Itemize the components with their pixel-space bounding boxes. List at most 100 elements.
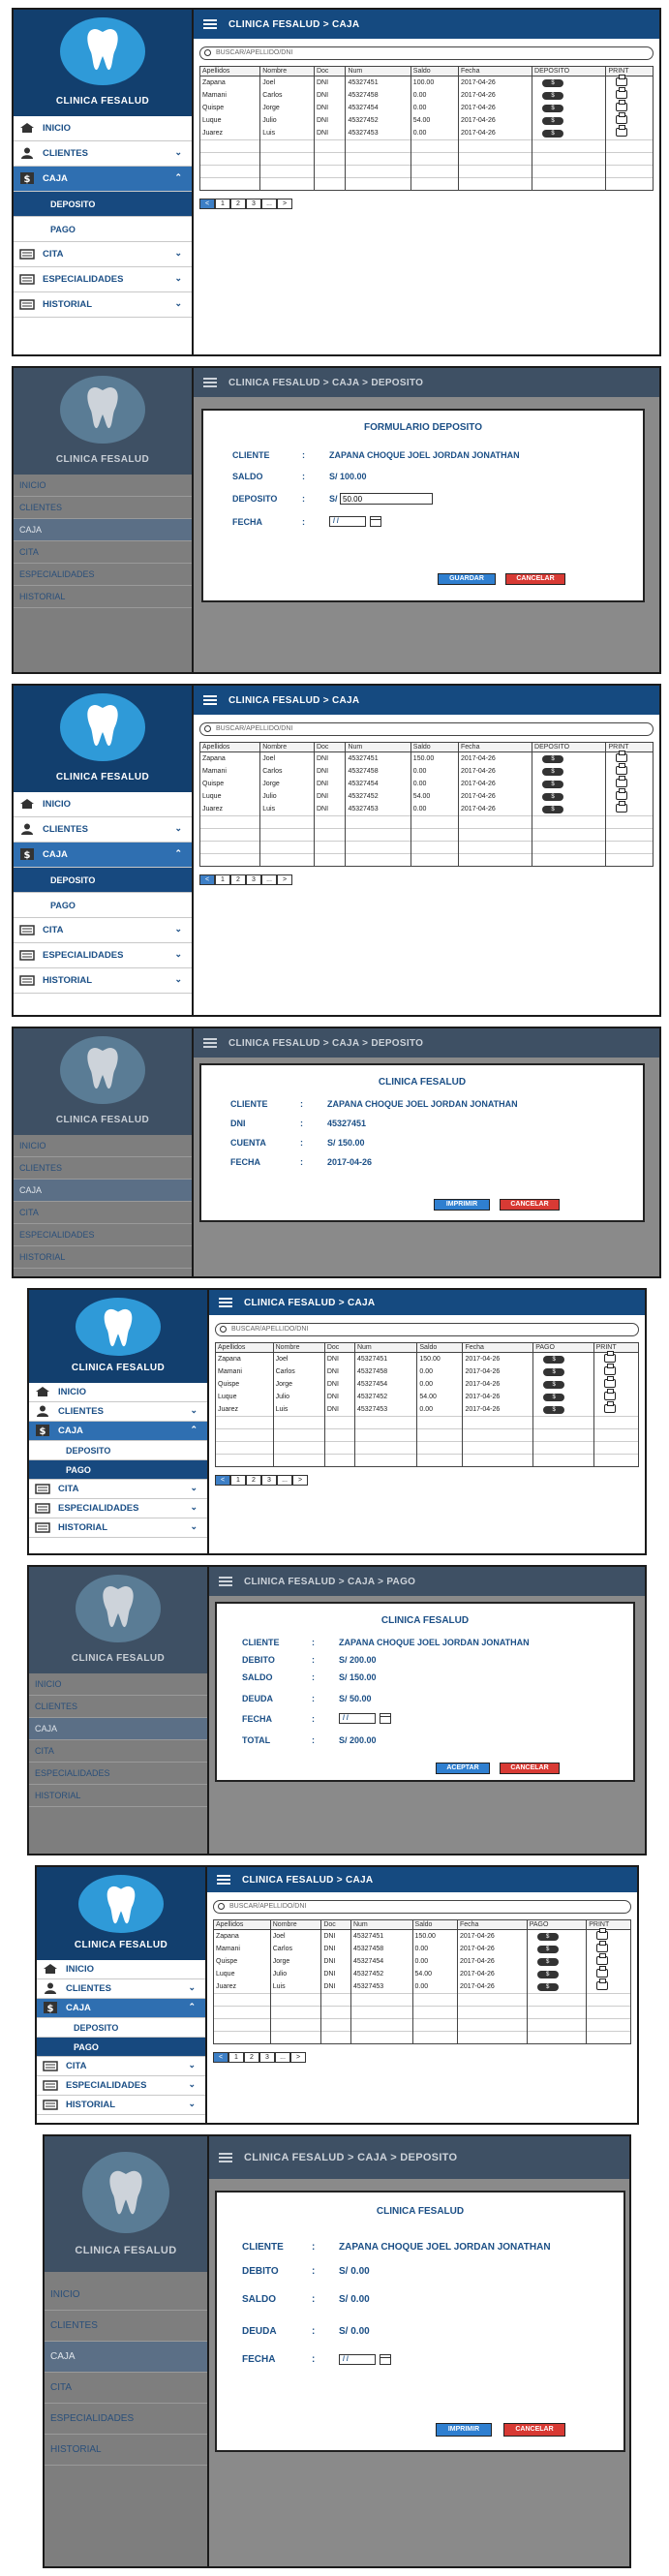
menu-icon[interactable] — [203, 378, 217, 387]
sidebar-item-caja[interactable]: $ CAJA ⌃ — [14, 167, 192, 192]
deposito-button[interactable]: $ — [542, 780, 564, 788]
sidebar-item-cita[interactable]: CITA — [29, 1740, 207, 1763]
printer-icon[interactable] — [616, 75, 628, 86]
column-header[interactable]: Apellidos — [198, 66, 261, 77]
column-header[interactable]: Saldo — [410, 742, 460, 752]
page-button[interactable]: 3 — [246, 874, 261, 885]
column-header[interactable]: Nombre — [269, 1919, 322, 1930]
calendar-icon[interactable] — [380, 2354, 391, 2365]
sidebar-item-especialidades[interactable]: ESPECIALIDADES ⌄ — [37, 2076, 205, 2096]
pago-button[interactable]: $ — [543, 1367, 565, 1376]
calendar-icon[interactable] — [370, 516, 381, 527]
search-input[interactable]: BUSCAR/APELLIDO/DNI — [199, 46, 654, 60]
sidebar-item-cita[interactable]: CITA ⌄ — [14, 242, 192, 267]
page-button[interactable]: 2 — [230, 874, 246, 885]
pago-button[interactable]: $ — [543, 1405, 565, 1414]
sidebar-item-clientes[interactable]: CLIENTES — [14, 497, 192, 519]
sidebar-subitem-pago[interactable]: PAGO — [14, 217, 192, 242]
deposito-button[interactable]: $ — [542, 805, 564, 813]
sidebar-item-inicio[interactable]: INICIO — [45, 2280, 207, 2311]
printer-icon[interactable] — [616, 87, 628, 99]
page-button[interactable]: ... — [275, 2052, 290, 2063]
fecha-input[interactable]: / / — [339, 2354, 376, 2365]
pago-button[interactable]: $ — [536, 1970, 559, 1978]
sidebar-item-caja[interactable]: $ CAJA ⌃ — [37, 1999, 205, 2018]
aceptar-button[interactable]: ACEPTAR — [436, 1763, 490, 1774]
printer-icon[interactable] — [616, 801, 628, 813]
printer-icon[interactable] — [616, 788, 628, 800]
sidebar-item-especialidades[interactable]: ESPECIALIDADES — [45, 2404, 207, 2435]
column-header[interactable]: Doc — [313, 742, 347, 752]
deposito-amount-input[interactable] — [340, 493, 434, 505]
printer-icon[interactable] — [603, 1376, 616, 1388]
page-button[interactable]: ... — [261, 199, 277, 209]
sidebar-item-inicio[interactable]: INICIO — [14, 116, 192, 141]
page-button[interactable]: 3 — [246, 199, 261, 209]
page-button[interactable]: < — [199, 199, 215, 209]
deposito-button[interactable]: $ — [542, 767, 564, 776]
fecha-input[interactable]: / / — [339, 1713, 376, 1724]
deposito-button[interactable]: $ — [542, 104, 564, 112]
sidebar-item-inicio[interactable]: INICIO — [14, 475, 192, 497]
cancelar-button[interactable]: CANCELAR — [503, 2423, 565, 2437]
sidebar-subitem-pago[interactable]: PAGO — [29, 1460, 207, 1480]
sidebar-item-inicio[interactable]: INICIO — [29, 1383, 207, 1402]
column-header[interactable]: PRINT — [586, 1919, 631, 1930]
page-button[interactable]: 1 — [215, 199, 230, 209]
sidebar-item-caja[interactable]: CAJA — [29, 1718, 207, 1740]
cancelar-button[interactable]: CANCELAR — [500, 1199, 560, 1211]
page-button[interactable]: 1 — [230, 1475, 246, 1486]
page-button[interactable]: 3 — [259, 2052, 275, 2063]
sidebar-item-clientes[interactable]: CLIENTES ⌄ — [14, 141, 192, 167]
page-button[interactable]: 2 — [230, 199, 246, 209]
page-button[interactable]: 1 — [228, 2052, 244, 2063]
pago-button[interactable]: $ — [536, 1957, 559, 1966]
deposito-button[interactable]: $ — [542, 91, 564, 100]
sidebar-item-caja[interactable]: CAJA — [14, 519, 192, 541]
printer-icon[interactable] — [596, 1941, 609, 1952]
sidebar-item-clientes[interactable]: CLIENTES ⌄ — [29, 1402, 207, 1422]
sidebar-item-clientes[interactable]: CLIENTES — [29, 1696, 207, 1718]
sidebar-item-cita[interactable]: CITA — [14, 541, 192, 564]
sidebar-item-cita[interactable]: CITA — [14, 1202, 192, 1224]
menu-icon[interactable] — [219, 1298, 232, 1307]
sidebar-item-cita[interactable]: CITA ⌄ — [29, 1480, 207, 1499]
column-header[interactable]: DEPOSITO — [532, 742, 607, 752]
printer-icon[interactable] — [603, 1401, 616, 1413]
pago-button[interactable]: $ — [536, 1982, 559, 1991]
page-button[interactable]: < — [213, 2052, 228, 2063]
sidebar-item-clientes[interactable]: CLIENTES — [14, 1157, 192, 1180]
printer-icon[interactable] — [596, 1978, 609, 1990]
cancelar-button[interactable]: CANCELAR — [500, 1763, 560, 1774]
printer-icon[interactable] — [603, 1364, 616, 1375]
menu-icon[interactable] — [217, 1875, 230, 1885]
printer-icon[interactable] — [616, 763, 628, 775]
deposito-button[interactable]: $ — [542, 78, 564, 87]
printer-icon[interactable] — [596, 1928, 609, 1940]
page-button[interactable]: > — [277, 874, 292, 885]
column-header[interactable]: Num — [353, 1342, 418, 1353]
search-input[interactable]: BUSCAR/APELLIDO/DNI — [199, 722, 654, 736]
printer-icon[interactable] — [616, 125, 628, 137]
menu-icon[interactable] — [219, 1577, 232, 1586]
cancelar-button[interactable]: CANCELAR — [505, 573, 565, 585]
column-header[interactable]: Fecha — [462, 1342, 534, 1353]
page-button[interactable]: 2 — [246, 1475, 261, 1486]
sidebar-item-historial[interactable]: HISTORIAL ⌄ — [14, 292, 192, 318]
search-input[interactable]: BUSCAR/APELLIDO/DNI — [215, 1323, 639, 1336]
calendar-icon[interactable] — [380, 1713, 391, 1724]
sidebar-item-historial[interactable]: HISTORIAL — [14, 586, 192, 608]
sidebar-item-caja[interactable]: $ CAJA ⌃ — [14, 843, 192, 868]
sidebar-item-historial[interactable]: HISTORIAL — [14, 1246, 192, 1269]
search-input[interactable]: BUSCAR/APELLIDO/DNI — [213, 1900, 631, 1914]
sidebar-item-historial[interactable]: HISTORIAL ⌄ — [29, 1518, 207, 1538]
page-button[interactable]: > — [290, 2052, 306, 2063]
pago-button[interactable]: $ — [543, 1380, 565, 1389]
pago-button[interactable]: $ — [536, 1932, 559, 1941]
printer-icon[interactable] — [616, 751, 628, 762]
imprimir-button[interactable]: IMPRIMIR — [434, 1199, 490, 1211]
page-button[interactable]: ... — [261, 874, 277, 885]
column-header[interactable]: Num — [350, 1919, 413, 1930]
sidebar-item-caja[interactable]: CAJA — [14, 1180, 192, 1202]
printer-icon[interactable] — [616, 776, 628, 787]
